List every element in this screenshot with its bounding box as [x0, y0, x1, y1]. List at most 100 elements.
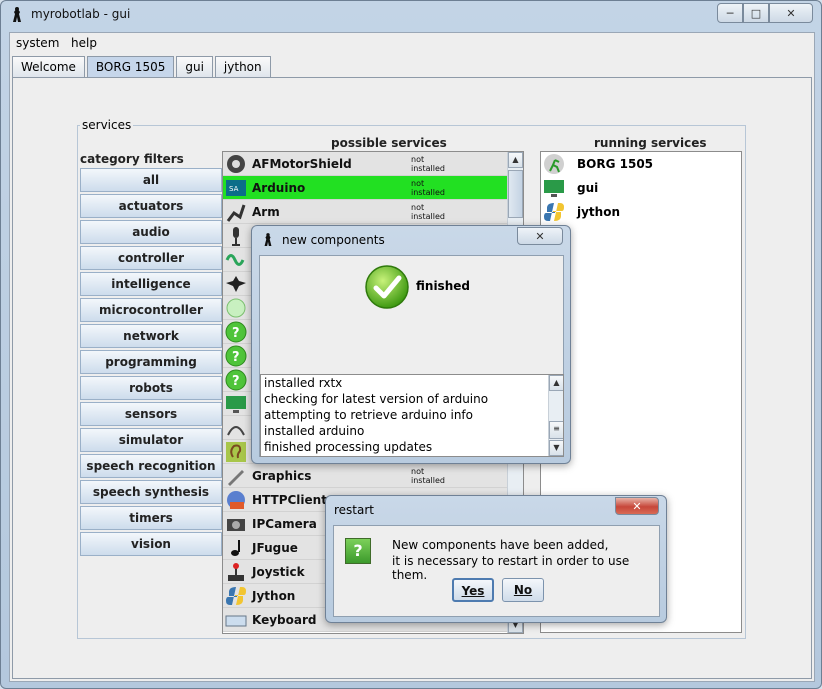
scroll-up-arrow[interactable]: ▲ — [508, 152, 523, 168]
scroll-up-arrow[interactable]: ▲ — [549, 375, 563, 391]
maximize-icon: □ — [750, 6, 762, 20]
new-components-close-button[interactable]: ✕ — [517, 227, 563, 245]
service-name: HTTPClient — [252, 493, 327, 507]
runtime-runner-icon — [543, 153, 565, 175]
category-microcontroller-button[interactable]: microcontroller — [80, 298, 222, 322]
new-components-body: finished installed rxtx checking for late… — [259, 255, 564, 457]
service-row[interactable]: AFMotorShield not installed — [223, 152, 523, 176]
svg-text:SA: SA — [229, 185, 239, 193]
category-network-button[interactable]: network — [80, 324, 222, 348]
log-line: attempting to retrieve arduino info — [264, 408, 473, 422]
category-all-button[interactable]: all — [80, 168, 222, 192]
running-service-row[interactable]: BORG 1505 — [541, 152, 741, 176]
restart-close-button[interactable]: ✕ — [615, 497, 659, 515]
close-icon: ✕ — [535, 229, 545, 243]
running-services-label: running services — [594, 136, 707, 150]
service-install-status: not installed — [411, 155, 445, 173]
category-filters-label: category filters — [80, 152, 184, 166]
category-speech-recognition-button[interactable]: speech recognition — [80, 454, 222, 478]
python-icon — [225, 585, 247, 607]
service-name: AFMotorShield — [252, 157, 352, 171]
ear-icon — [225, 441, 247, 463]
log-line: installed rxtx — [264, 376, 343, 390]
service-name: IPCamera — [252, 517, 317, 531]
tab-borg-1505[interactable]: BORG 1505 — [86, 56, 175, 78]
yes-button[interactable]: Yes — [452, 578, 494, 602]
robot-arm-icon — [225, 201, 247, 223]
new-components-dialog: new components ✕ finished installed rxtx… — [251, 225, 571, 464]
joystick-icon — [225, 561, 247, 583]
pencil-icon — [225, 465, 247, 487]
restart-message-line1: New components have been added, — [392, 538, 609, 552]
category-sensors-button[interactable]: sensors — [80, 402, 222, 426]
category-timers-button[interactable]: timers — [80, 506, 222, 530]
bat-icon — [225, 273, 247, 295]
category-actuators-button[interactable]: actuators — [80, 194, 222, 218]
restart-title: restart — [334, 503, 375, 517]
camera-icon — [225, 513, 247, 535]
chevron-up-icon: ▲ — [512, 155, 519, 164]
menu-bar: system help — [10, 33, 814, 54]
service-row[interactable]: Graphics not installed — [223, 464, 523, 488]
menu-system[interactable]: system — [16, 36, 59, 50]
music-note-icon — [225, 537, 247, 559]
grip-icon: ≡ — [553, 424, 560, 433]
no-button[interactable]: No — [502, 578, 544, 602]
category-speech-synthesis-button[interactable]: speech synthesis — [80, 480, 222, 504]
category-simulator-button[interactable]: simulator — [80, 428, 222, 452]
minimize-icon: ─ — [726, 6, 734, 20]
service-install-status: not installed — [411, 203, 445, 221]
log-line: finished processing updates — [264, 440, 433, 454]
question-icon: ? — [345, 538, 371, 564]
category-audio-button[interactable]: audio — [80, 220, 222, 244]
question-icon: ? — [225, 369, 247, 391]
log-line: installed arduino — [264, 424, 365, 438]
possible-services-label: possible services — [331, 136, 447, 150]
scroll-down-arrow[interactable]: ▼ — [549, 440, 563, 456]
question-icon: ? — [225, 321, 247, 343]
category-intelligence-button[interactable]: intelligence — [80, 272, 222, 296]
svg-text:?: ? — [232, 374, 240, 389]
tab-jython[interactable]: jython — [214, 56, 271, 77]
title-bar[interactable]: myrobotlab - gui ─ □ ✕ — [1, 1, 821, 29]
tab-strip: Welcome BORG 1505 gui jython — [12, 56, 273, 78]
update-log-scrollbar[interactable]: ▲ ≡ ▼ — [548, 375, 563, 456]
service-name: JFugue — [252, 541, 298, 555]
update-log[interactable]: installed rxtx checking for latest versio… — [260, 374, 564, 457]
keyboard-icon — [225, 609, 247, 631]
maximize-button[interactable]: □ — [743, 3, 769, 23]
minimize-button[interactable]: ─ — [717, 3, 743, 23]
myrobotlab-app-icon — [264, 233, 272, 246]
monitor-icon — [225, 393, 247, 415]
services-group-label: services — [80, 118, 134, 132]
running-service-row[interactable]: gui — [541, 176, 741, 200]
service-name: Arduino — [252, 181, 306, 195]
category-programming-button[interactable]: programming — [80, 350, 222, 374]
service-row[interactable]: Arm not installed — [223, 200, 523, 224]
close-icon: ✕ — [632, 499, 642, 513]
category-vision-button[interactable]: vision — [80, 532, 222, 556]
service-name: Arm — [252, 205, 280, 219]
tab-gui[interactable]: gui — [176, 56, 213, 77]
gui-monitor-icon — [543, 177, 565, 199]
tab-welcome[interactable]: Welcome — [12, 56, 85, 77]
service-name: Graphics — [252, 469, 312, 483]
finished-status: finished — [416, 279, 470, 293]
arduino-board-icon: SA — [225, 177, 247, 199]
restart-dialog: restart ✕ ? New components have been add… — [325, 495, 667, 623]
category-controller-button[interactable]: controller — [80, 246, 222, 270]
new-components-title: new components — [282, 233, 385, 247]
service-row[interactable]: SA Arduino not installed — [223, 176, 523, 200]
running-service-name: BORG 1505 — [577, 157, 654, 171]
scroll-thumb[interactable]: ≡ — [549, 421, 563, 439]
running-service-name: gui — [577, 181, 599, 195]
scroll-thumb[interactable] — [508, 170, 523, 218]
cable-icon — [225, 417, 247, 439]
menu-help[interactable]: help — [71, 36, 97, 50]
running-service-row[interactable]: jython — [541, 200, 741, 224]
close-button[interactable]: ✕ — [769, 3, 813, 23]
service-name: Jython — [252, 589, 296, 603]
adafruit-flower-icon — [225, 153, 247, 175]
service-name: Joystick — [252, 565, 305, 579]
category-robots-button[interactable]: robots — [80, 376, 222, 400]
